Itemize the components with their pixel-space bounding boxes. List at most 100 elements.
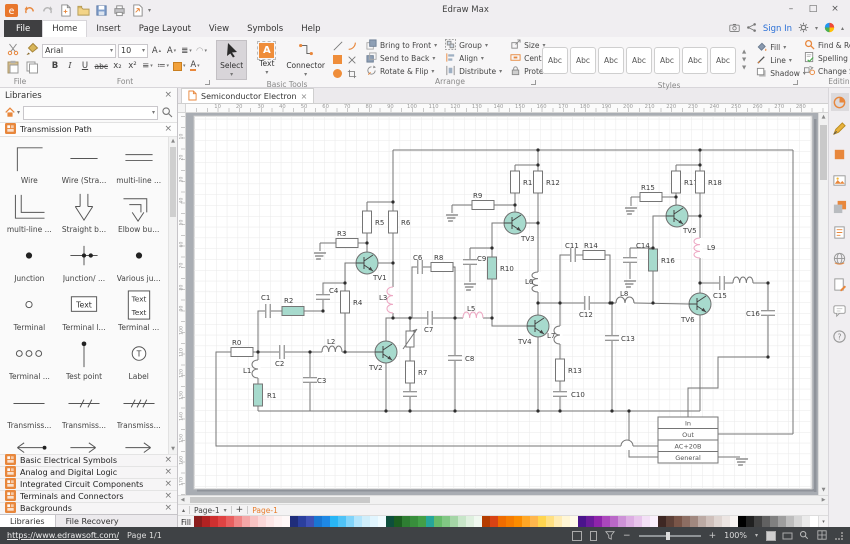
library-section-backgrounds[interactable]: Backgrounds× — [0, 502, 177, 514]
color-swatch[interactable] — [362, 516, 370, 527]
color-swatch[interactable] — [546, 516, 554, 527]
change-shape-button[interactable]: Change Shape▾ — [804, 65, 850, 77]
bold-button[interactable]: B — [48, 60, 61, 73]
stencil-panel-close-icon[interactable]: × — [164, 125, 172, 134]
edrawsoft-link[interactable]: https://www.edrawsoft.com/ — [7, 531, 119, 540]
tab-symbols[interactable]: Symbols — [238, 20, 292, 37]
group-button[interactable]: Group▾ — [445, 39, 502, 51]
color-swatch[interactable] — [746, 516, 754, 527]
color-swatch[interactable] — [242, 516, 250, 527]
color-swatch[interactable] — [442, 516, 450, 527]
font-name-combo[interactable]: Arial▾ — [42, 44, 116, 58]
bullets-button[interactable]: ≔▾ — [156, 60, 170, 73]
stencil-shape-junction-[interactable]: Junction/ ... — [57, 238, 112, 287]
new-document-icon[interactable] — [58, 3, 73, 18]
grid-toggle-icon[interactable] — [817, 530, 827, 542]
color-swatch[interactable] — [306, 516, 314, 527]
fit-width-icon[interactable] — [783, 532, 793, 539]
task-icon[interactable] — [831, 275, 849, 293]
color-swatch[interactable] — [266, 516, 274, 527]
linespacing-button[interactable]: ≡▾ — [141, 60, 154, 73]
stencil-shape-various-ju-[interactable]: Various ju... — [111, 238, 166, 287]
italic-button[interactable]: I — [63, 60, 76, 73]
save-icon[interactable] — [94, 3, 109, 18]
select-tool-button[interactable]: Select▾ — [216, 40, 247, 80]
libraries-close-icon[interactable]: × — [164, 91, 172, 100]
rectangle-tool-icon[interactable] — [331, 53, 344, 66]
note-icon[interactable] — [831, 223, 849, 241]
color-swatch[interactable] — [778, 516, 786, 527]
layer-icon[interactable] — [831, 197, 849, 215]
color-swatch[interactable] — [722, 516, 730, 527]
color-swatch[interactable] — [394, 516, 402, 527]
superscript-button[interactable]: x² — [126, 60, 139, 73]
section-close-icon[interactable]: × — [164, 492, 172, 501]
collapse-pages-icon[interactable]: ▴ — [182, 507, 185, 514]
page-tab-active[interactable]: Page-1 — [252, 506, 278, 515]
theme-icon[interactable] — [831, 93, 849, 111]
scroll-left-icon[interactable]: ◀ — [178, 496, 187, 504]
color-swatch[interactable] — [586, 516, 594, 527]
maximize-button[interactable]: □ — [802, 2, 824, 18]
page-view-icon[interactable] — [590, 531, 597, 541]
text-tool-button[interactable]: A Text▾ — [251, 40, 282, 80]
color-swatch[interactable] — [346, 516, 354, 527]
section-close-icon[interactable]: × — [164, 504, 172, 513]
color-swatch[interactable] — [530, 516, 538, 527]
color-swatch[interactable] — [434, 516, 442, 527]
color-swatch[interactable] — [762, 516, 770, 527]
color-swatch[interactable] — [738, 516, 746, 527]
style-icon[interactable] — [831, 119, 849, 137]
fill-icon[interactable] — [831, 145, 849, 163]
decrease-font-icon[interactable]: A▾ — [165, 44, 178, 57]
settings-caret-icon[interactable]: ▾ — [815, 25, 818, 32]
stencil-shape-straight-b-[interactable]: Straight b... — [57, 189, 112, 238]
highlight-button[interactable]: ▾ — [172, 60, 187, 73]
page-dropdown[interactable]: Page-1 — [194, 506, 220, 515]
color-swatch[interactable] — [274, 516, 282, 527]
color-swatch[interactable] — [330, 516, 338, 527]
color-swatch[interactable] — [730, 516, 738, 527]
media-icon[interactable] — [729, 22, 740, 35]
color-swatch[interactable] — [802, 516, 810, 527]
line-button[interactable]: Line▾ — [756, 54, 806, 66]
color-swatch[interactable] — [466, 516, 474, 527]
filter-icon[interactable] — [605, 530, 615, 542]
color-swatch[interactable] — [490, 516, 498, 527]
scroll-down-icon[interactable]: ▼ — [819, 486, 828, 495]
stencil-shape-label[interactable]: TLabel — [111, 336, 166, 385]
zoom-out-button[interactable]: − — [623, 531, 631, 541]
color-swatch[interactable] — [202, 516, 210, 527]
styles-scroll-arrows[interactable]: ▲▼▼ — [740, 49, 748, 71]
library-home-button[interactable]: ▾ — [4, 106, 20, 120]
color-swatch[interactable] — [642, 516, 650, 527]
style-preset-2[interactable]: Abc — [570, 47, 596, 74]
section-close-icon[interactable]: × — [164, 480, 172, 489]
resize-grip[interactable] — [835, 532, 843, 540]
underline-button[interactable]: U — [78, 60, 91, 73]
color-swatch[interactable] — [290, 516, 298, 527]
connector-tool-button[interactable]: Connector▾ — [286, 40, 325, 80]
sidebar-scrollbar[interactable]: ▲ ▼ — [168, 137, 177, 454]
add-page-button[interactable]: + — [236, 505, 244, 515]
stencil-shape-transmiss-[interactable]: Transmiss... — [111, 385, 166, 434]
stencil-shape-transmiss-[interactable]: Transmiss... — [57, 385, 112, 434]
color-swatch[interactable] — [562, 516, 570, 527]
ellipse-tool-icon[interactable] — [331, 67, 344, 80]
scroll-up-icon[interactable]: ▲ — [169, 137, 177, 146]
color-swatch[interactable] — [426, 516, 434, 527]
stencil-shape-junction[interactable]: Junction — [2, 238, 57, 287]
stencil-shape-test-point[interactable]: Test point — [57, 336, 112, 385]
color-swatch[interactable] — [650, 516, 658, 527]
more-colors-icon[interactable]: ▾ — [818, 516, 828, 527]
style-preset-7[interactable]: Abc — [710, 47, 736, 74]
style-preset-6[interactable]: Abc — [682, 47, 708, 74]
print-icon[interactable] — [112, 3, 127, 18]
sidebar-tab-file-recovery[interactable]: File Recovery — [56, 515, 129, 527]
strikethrough-button[interactable]: abc — [93, 60, 108, 73]
color-swatch[interactable] — [450, 516, 458, 527]
color-swatch[interactable] — [322, 516, 330, 527]
stencil-shape-terminal-[interactable]: TextTextTerminal ... — [111, 287, 166, 336]
collapse-ribbon-icon[interactable]: ▴ — [841, 25, 844, 32]
sidebar-tab-libraries[interactable]: Libraries — [0, 515, 56, 527]
